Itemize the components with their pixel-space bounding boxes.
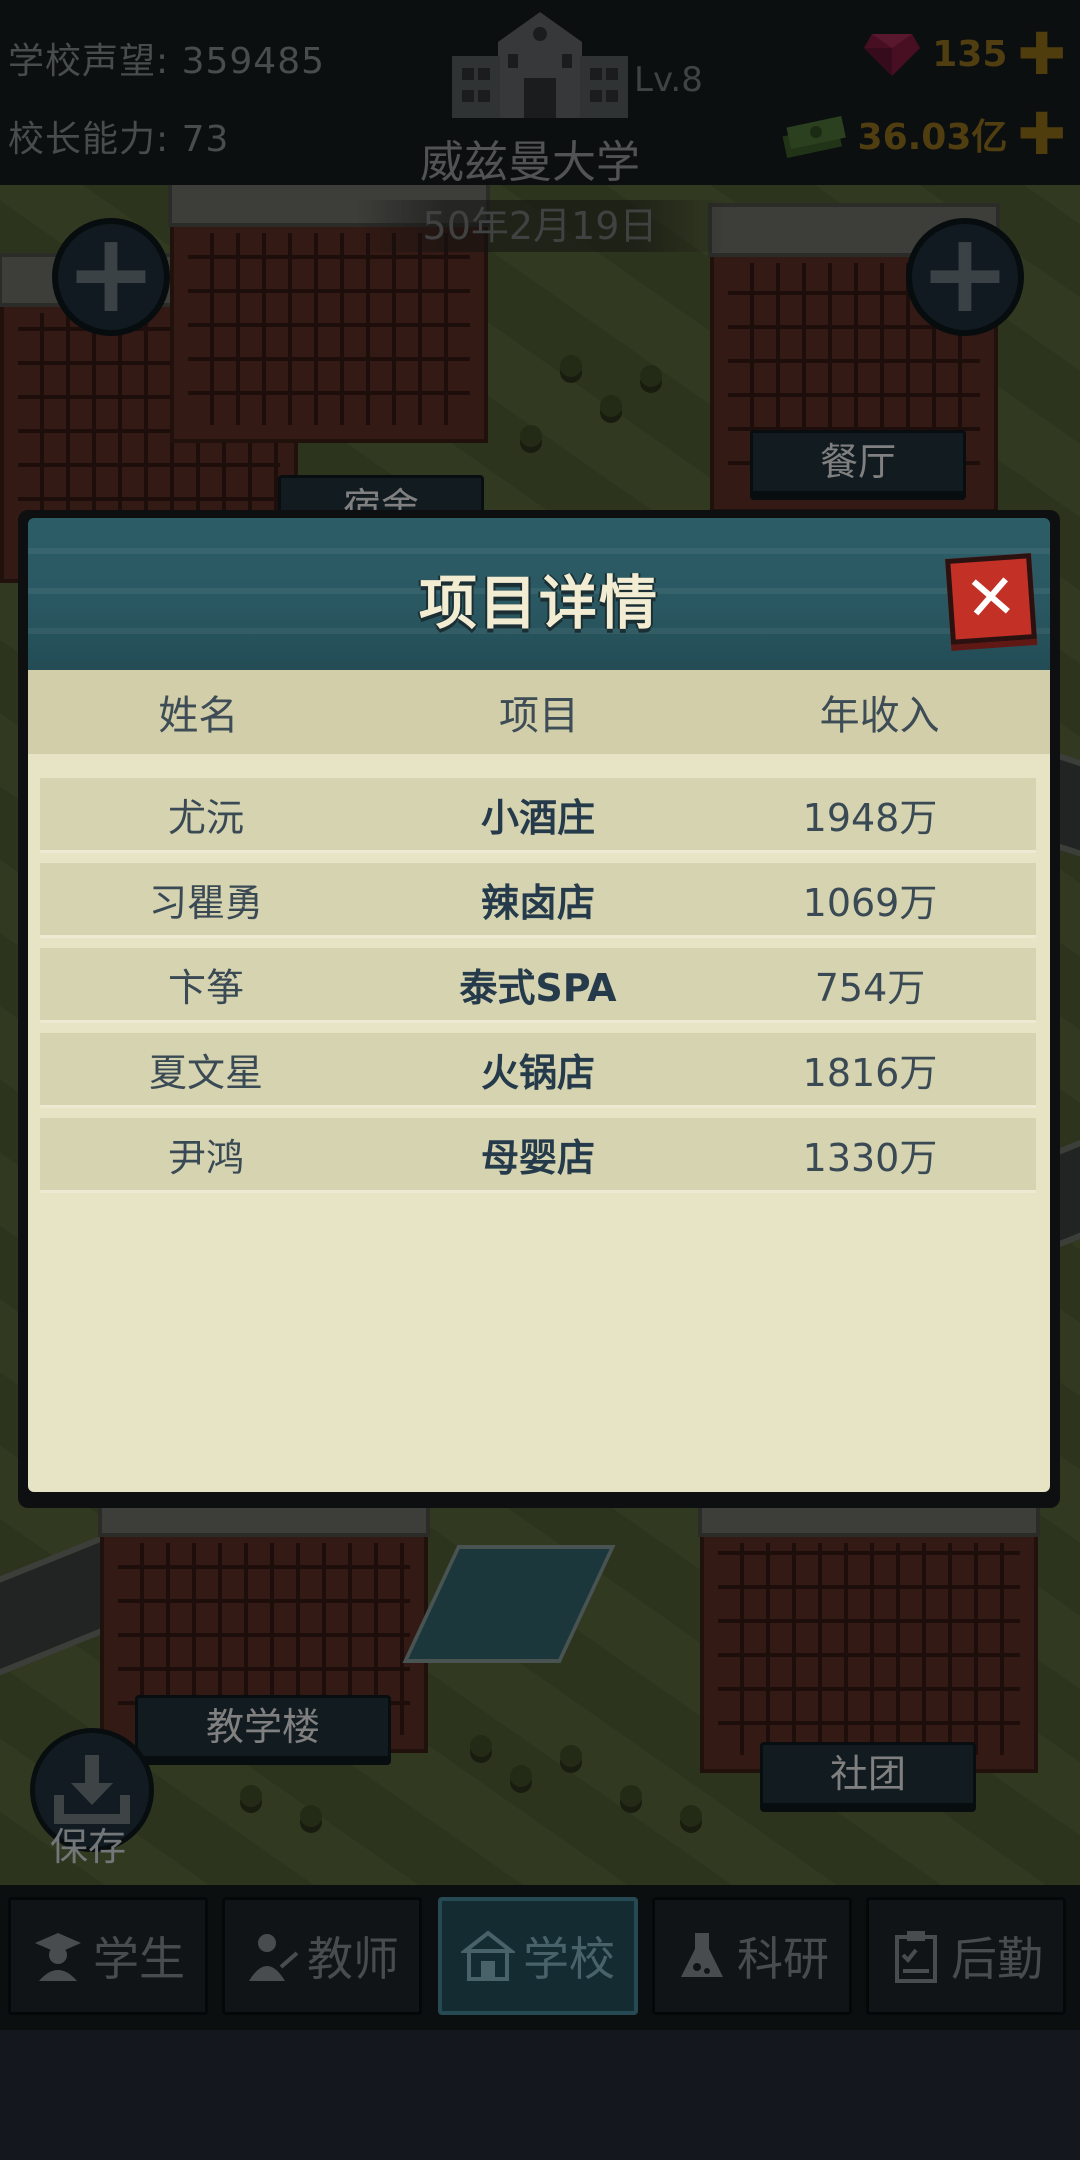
cell-project: 泰式SPA bbox=[459, 965, 617, 1010]
table-row[interactable]: 卞筝 泰式SPA 754万 bbox=[40, 948, 1036, 1023]
column-project: 项目 bbox=[499, 693, 579, 739]
cell-name: 卞筝 bbox=[167, 965, 244, 1010]
cell-project: 小酒庄 bbox=[480, 795, 595, 840]
cell-income: 1069万 bbox=[802, 880, 938, 925]
table-header: 姓名 项目 年收入 bbox=[28, 670, 1050, 754]
cell-income: 1330万 bbox=[802, 1135, 938, 1180]
table-row[interactable]: 尹鸿 母婴店 1330万 bbox=[40, 1118, 1036, 1193]
table-row[interactable]: 尤沅 小酒庄 1948万 bbox=[40, 778, 1036, 853]
table-row[interactable]: 习瞿勇 辣卤店 1069万 bbox=[40, 863, 1036, 938]
column-name: 姓名 bbox=[158, 693, 239, 739]
cell-project: 火锅店 bbox=[480, 1050, 595, 1095]
close-button[interactable]: ✕ bbox=[945, 553, 1037, 645]
dialog-body: 姓名 项目 年收入 尤沅 小酒庄 1948万 习瞿勇 辣卤店 1069万 卞筝 … bbox=[28, 670, 1050, 1492]
cell-name: 习瞿勇 bbox=[148, 880, 263, 925]
cell-income: 1948万 bbox=[802, 795, 938, 840]
cell-name: 尤沅 bbox=[167, 795, 244, 840]
cell-name: 尹鸿 bbox=[167, 1135, 244, 1180]
project-details-dialog: 项目详情 ✕ 姓名 项目 年收入 尤沅 小酒庄 1948万 习瞿勇 辣卤店 10… bbox=[18, 510, 1060, 1508]
dialog-header: 项目详情 ✕ bbox=[28, 518, 1050, 670]
cell-project: 母婴店 bbox=[480, 1135, 595, 1180]
close-icon: ✕ bbox=[962, 559, 1020, 636]
column-income: 年收入 bbox=[819, 693, 940, 739]
cell-income: 1816万 bbox=[802, 1050, 938, 1095]
dialog-title: 项目详情 bbox=[418, 569, 659, 637]
cell-name: 夏文星 bbox=[148, 1050, 263, 1095]
cell-project: 辣卤店 bbox=[480, 880, 595, 925]
table-row[interactable]: 夏文星 火锅店 1816万 bbox=[40, 1033, 1036, 1108]
cell-income: 754万 bbox=[814, 965, 926, 1010]
